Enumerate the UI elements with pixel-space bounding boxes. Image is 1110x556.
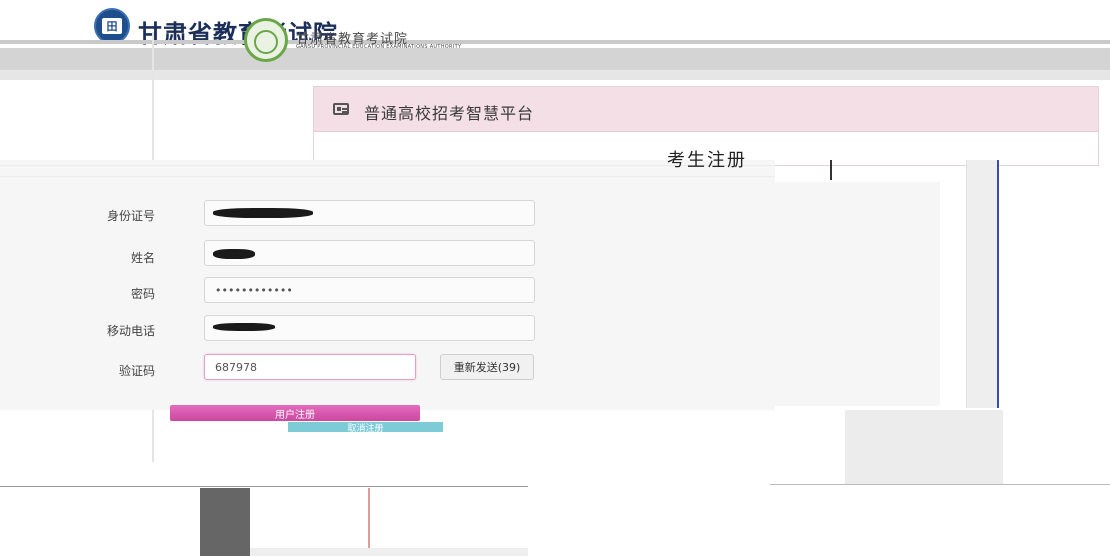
cancel-button[interactable]: 取消注册 [288,422,443,434]
exam-authority-seal-logo: 田 [94,8,130,44]
captcha-label: 验证码 [118,364,155,378]
password-dots: •••••••••••• [215,283,293,297]
side-block [845,410,1003,485]
id-card-icon [333,103,349,115]
header-band-top [0,40,1110,44]
password-label: 密码 [130,287,155,301]
form-rule [0,165,775,166]
phone-label: 移动电话 [106,324,155,338]
resend-code-button[interactable]: 重新发送(39) [440,354,534,380]
footer-strip [250,548,528,556]
footer-rule [770,484,1110,485]
id-number-label: 身份证号 [106,209,155,223]
redacted-value [213,249,255,259]
side-panel [775,182,940,406]
form-rule [0,176,775,177]
captcha-value: 687978 [215,360,257,374]
header-substrip [0,70,1110,80]
emblem-english-text: GANSU PROVINCIAL EDUCATION EXAMINATIONS … [296,44,462,50]
redacted-value [213,208,313,218]
side-stripe [966,160,999,408]
footer-block [200,488,250,556]
password-input[interactable]: •••••••••••• [204,277,535,303]
phone-input[interactable] [204,315,535,341]
footer-marker [368,488,370,548]
footer-rule [0,486,528,487]
platform-title: 普通高校招考智慧平台 [364,104,535,123]
redacted-value [213,323,275,331]
id-number-input[interactable] [204,200,535,226]
seal-building-icon: 田 [102,18,122,34]
name-label: 姓名 [130,251,155,265]
marker [830,160,832,180]
name-input[interactable] [204,240,535,266]
green-emblem-logo [244,18,288,62]
register-button[interactable]: 用户注册 [170,405,420,421]
captcha-input[interactable]: 687978 [204,354,416,380]
register-heading: 考生注册 [667,150,747,171]
header-band [0,48,1110,70]
